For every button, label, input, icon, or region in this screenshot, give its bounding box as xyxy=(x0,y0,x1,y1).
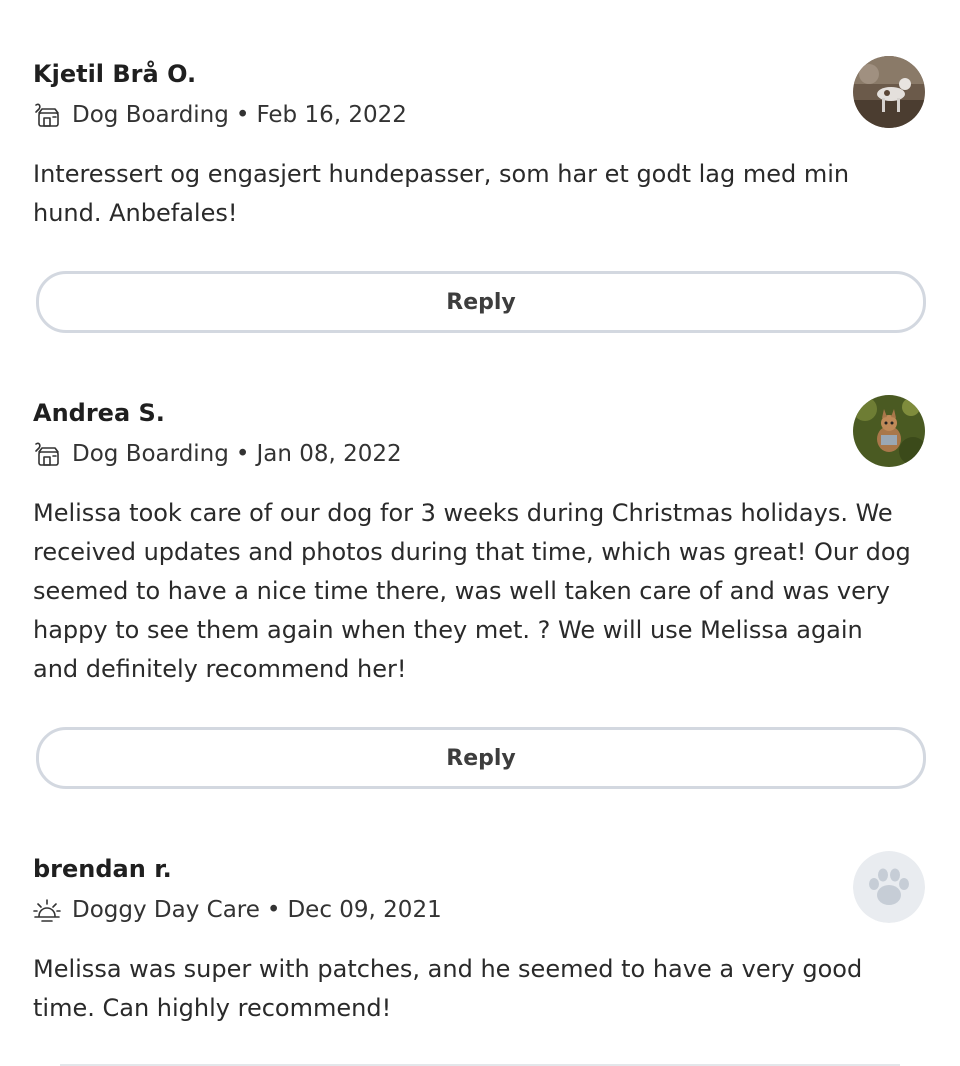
reply-button[interactable]: Reply xyxy=(36,727,926,789)
reviewer-avatar[interactable] xyxy=(853,395,925,467)
review-text: Melissa was super with patches, and he s… xyxy=(33,955,863,1022)
meta-separator: • xyxy=(235,441,250,467)
review-text: Melissa took care of our dog for 3 weeks… xyxy=(33,499,911,683)
review-text: Interessert og engasjert hundepasser, so… xyxy=(33,160,850,227)
review-meta: Dog Boarding • Feb 16, 2022 xyxy=(33,97,925,133)
dog-boarding-icon xyxy=(33,101,61,129)
reviewer-avatar[interactable] xyxy=(853,56,925,128)
review-meta: Dog Boarding • Jan 08, 2022 xyxy=(33,436,925,472)
review-date: Feb 16, 2022 xyxy=(256,102,407,128)
reviewer-name: Kjetil Brå O. xyxy=(33,60,197,88)
reviews-page: Kjetil Brå O. Dog Boarding • Feb 16, 202… xyxy=(0,0,960,1066)
review-card: brendan r. Doggy Day Care • Dec 09, 2021… xyxy=(33,851,925,1028)
review-date: Jan 08, 2022 xyxy=(256,441,402,467)
reviewer-name: Andrea S. xyxy=(33,399,165,427)
service-type: Dog Boarding xyxy=(72,102,229,128)
service-type: Dog Boarding xyxy=(72,441,229,467)
service-type: Doggy Day Care xyxy=(72,897,260,923)
dog-boarding-icon xyxy=(33,440,61,468)
meta-separator: • xyxy=(235,102,250,128)
review-date: Dec 09, 2021 xyxy=(287,897,442,923)
reviewer-avatar-placeholder[interactable] xyxy=(853,851,925,923)
review-card: Andrea S. Dog Boarding • Jan 08, 2022 Me… xyxy=(33,395,925,689)
sun-icon xyxy=(33,896,61,924)
reply-button[interactable]: Reply xyxy=(36,271,926,333)
meta-separator: • xyxy=(266,897,281,923)
review-meta: Doggy Day Care • Dec 09, 2021 xyxy=(33,892,925,928)
paw-icon xyxy=(853,851,925,923)
review-card: Kjetil Brå O. Dog Boarding • Feb 16, 202… xyxy=(33,56,925,233)
reviewer-name: brendan r. xyxy=(33,855,172,883)
